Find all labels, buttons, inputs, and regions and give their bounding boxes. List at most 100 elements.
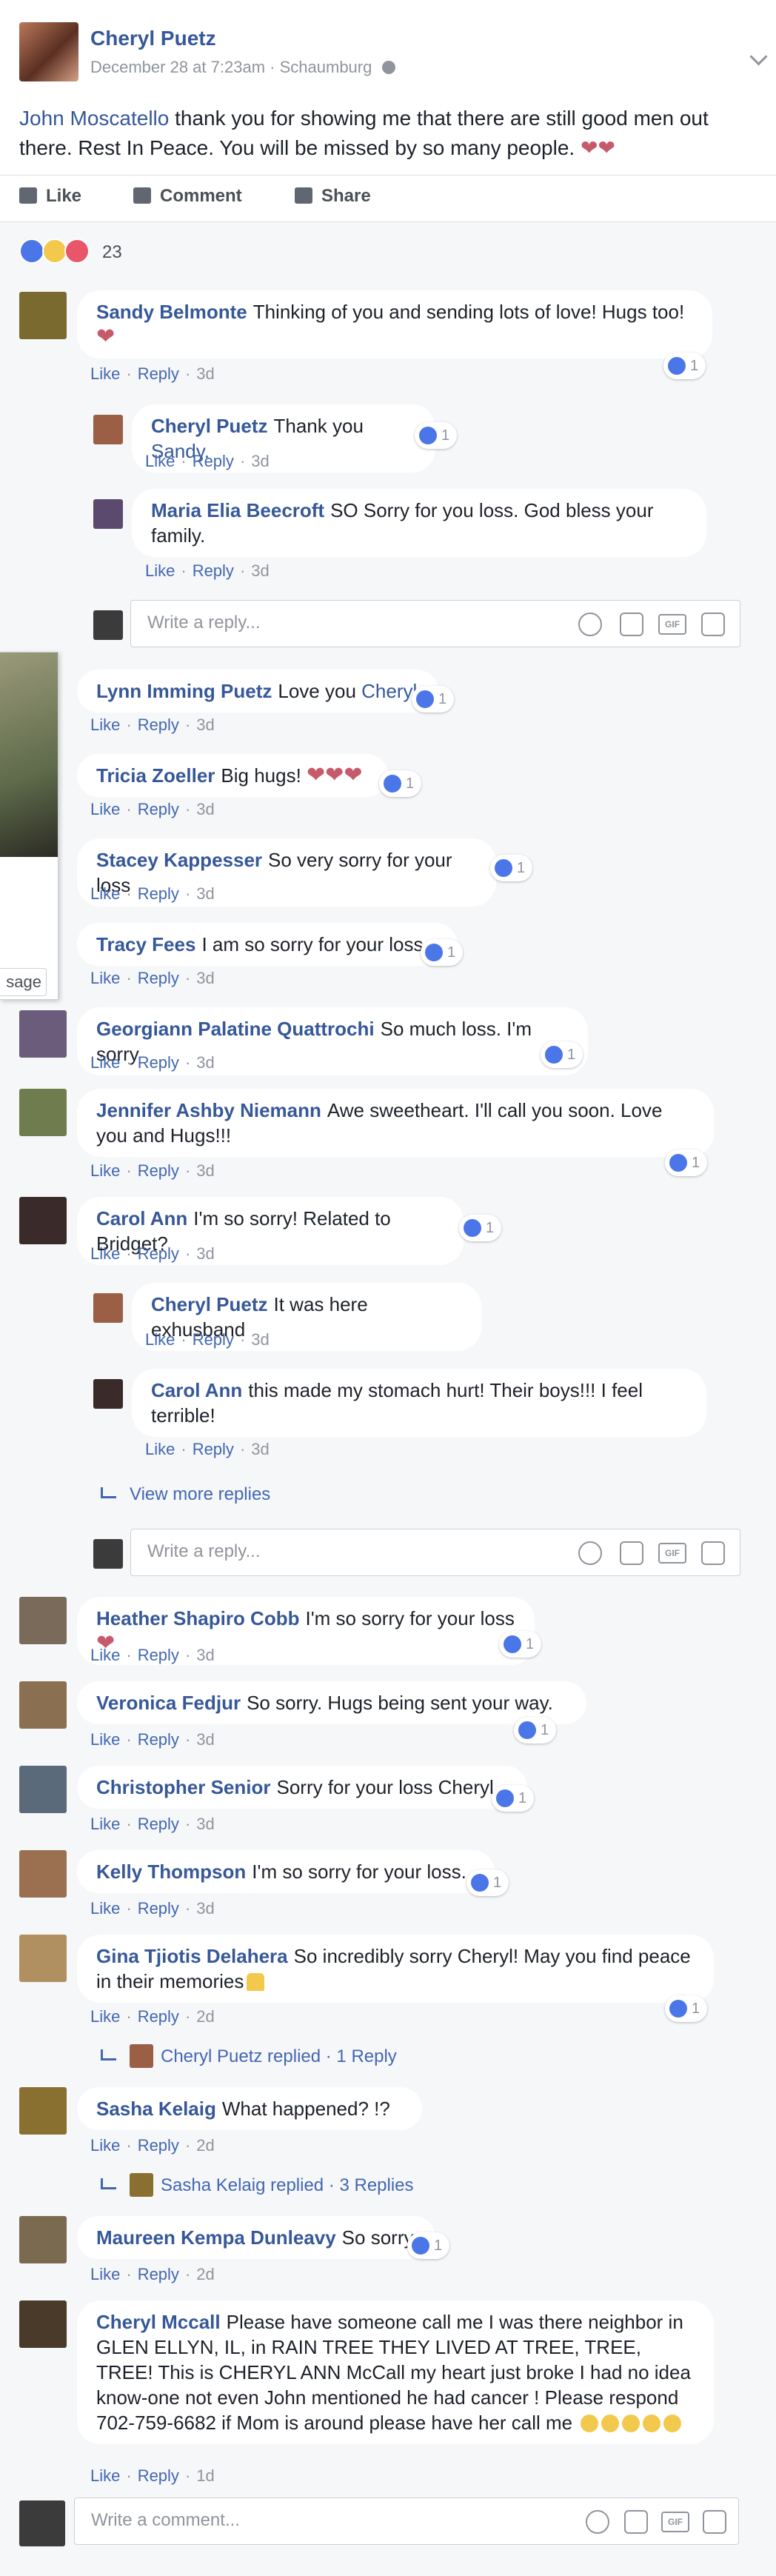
- emoji-icon[interactable]: [578, 1541, 602, 1565]
- sticker-icon[interactable]: [703, 2510, 726, 2534]
- comment-like-link[interactable]: Like: [90, 1899, 120, 1918]
- gif-icon[interactable]: GIF: [658, 1543, 686, 1564]
- comment-reply-link[interactable]: Reply: [193, 452, 234, 470]
- comment-reply-link[interactable]: Reply: [138, 884, 179, 903]
- sticker-icon[interactable]: [701, 613, 725, 636]
- comment-time[interactable]: 3d: [196, 1899, 214, 1918]
- comment-reply-link[interactable]: Reply: [138, 1730, 179, 1749]
- avatar[interactable]: [93, 1293, 123, 1323]
- commenter-name[interactable]: Georgiann Palatine Quattrochi: [96, 1018, 375, 1040]
- commenter-name[interactable]: Maureen Kempa Dunleavy: [96, 2226, 336, 2249]
- comment-like-link[interactable]: Like: [90, 884, 120, 903]
- commenter-name[interactable]: Cheryl Mccall: [96, 2311, 221, 2333]
- comment-reply-link[interactable]: Reply: [193, 561, 234, 580]
- commenter-name[interactable]: Sasha Kelaig: [96, 2098, 216, 2120]
- commenter-name[interactable]: Cheryl Puetz: [151, 415, 268, 437]
- comment-time[interactable]: 3d: [196, 884, 214, 903]
- replies-summary-link[interactable]: Cheryl Puetz replied · 1 Reply: [101, 2044, 397, 2068]
- mention-link[interactable]: John Moscatello: [19, 107, 169, 130]
- comment-reply-link[interactable]: Reply: [138, 1161, 179, 1180]
- like-count-badge[interactable]: 1: [490, 855, 533, 881]
- post-date[interactable]: December 28 at 7:23am: [90, 58, 265, 76]
- commenter-name[interactable]: Heather Shapiro Cobb: [96, 1607, 299, 1629]
- commenter-name[interactable]: Gina Tjiotis Delahera: [96, 1945, 288, 1967]
- comment-reply-link[interactable]: Reply: [138, 364, 179, 383]
- comment-like-link[interactable]: Like: [90, 1161, 120, 1180]
- avatar[interactable]: [19, 2300, 67, 2348]
- author-avatar[interactable]: [19, 22, 78, 81]
- comment-like-link[interactable]: Like: [90, 2265, 120, 2283]
- comment-like-link[interactable]: Like: [90, 715, 120, 734]
- avatar[interactable]: [93, 499, 123, 529]
- commenter-name[interactable]: Sandy Belmonte: [96, 301, 247, 323]
- replies-summary-link[interactable]: Sasha Kelaig replied · 3 Replies: [101, 2173, 414, 2197]
- comment-time[interactable]: 3d: [196, 1815, 214, 1833]
- commenter-name[interactable]: Veronica Fedjur: [96, 1692, 241, 1714]
- view-more-replies-link[interactable]: View more replies: [101, 1484, 270, 1505]
- comment-time[interactable]: 1d: [196, 2466, 214, 2485]
- reply-input[interactable]: Write a reply... GIF: [130, 600, 740, 647]
- post-author[interactable]: Cheryl Puetz: [90, 27, 216, 50]
- comment-like-link[interactable]: Like: [90, 2466, 120, 2485]
- like-count-badge[interactable]: 1: [459, 1215, 502, 1241]
- comment-time[interactable]: 2d: [196, 2265, 214, 2283]
- commenter-name[interactable]: Stacey Kappesser: [96, 849, 262, 871]
- comment-like-link[interactable]: Like: [90, 1815, 120, 1833]
- comment-like-link[interactable]: Like: [145, 452, 175, 470]
- comment-button[interactable]: Comment: [133, 186, 242, 207]
- commenter-name[interactable]: Tracy Fees: [96, 933, 195, 955]
- comment-time[interactable]: 3d: [196, 715, 214, 734]
- comment-like-link[interactable]: Like: [90, 364, 120, 383]
- comment-reply-link[interactable]: Reply: [138, 1815, 179, 1833]
- like-count-badge[interactable]: 1: [492, 1785, 535, 1812]
- like-count-badge[interactable]: 1: [415, 422, 458, 449]
- comment-time[interactable]: 3d: [196, 1730, 214, 1749]
- avatar[interactable]: [93, 1539, 123, 1569]
- like-count-badge[interactable]: 1: [379, 770, 422, 797]
- like-count-badge[interactable]: 1: [541, 1041, 583, 1068]
- avatar[interactable]: [93, 415, 123, 444]
- comment-reply-link[interactable]: Reply: [138, 1899, 179, 1918]
- like-count-badge[interactable]: 1: [412, 686, 455, 713]
- avatar[interactable]: [93, 1379, 123, 1409]
- share-button[interactable]: Share: [295, 186, 371, 207]
- message-button[interactable]: sage: [0, 968, 47, 996]
- comment-reply-link[interactable]: Reply: [138, 2136, 179, 2155]
- comment-time[interactable]: 3d: [196, 1161, 214, 1180]
- commenter-name[interactable]: Carol Ann: [151, 1379, 242, 1401]
- comment-time[interactable]: 3d: [196, 969, 214, 987]
- comment-time[interactable]: 3d: [196, 800, 214, 818]
- avatar[interactable]: [19, 1935, 67, 1982]
- avatar[interactable]: [19, 1850, 67, 1898]
- gif-icon[interactable]: GIF: [658, 614, 686, 635]
- emoji-icon[interactable]: [586, 2510, 609, 2534]
- camera-icon[interactable]: [620, 613, 643, 636]
- commenter-name[interactable]: Cheryl Puetz: [151, 1293, 268, 1315]
- avatar[interactable]: [19, 2087, 67, 2135]
- like-count-badge[interactable]: 1: [499, 1631, 542, 1658]
- avatar[interactable]: [93, 610, 123, 640]
- comment-like-link[interactable]: Like: [90, 969, 120, 987]
- comment-like-link[interactable]: Like: [145, 1440, 175, 1458]
- comment-like-link[interactable]: Like: [90, 1646, 120, 1664]
- comment-like-link[interactable]: Like: [90, 1730, 120, 1749]
- comment-time[interactable]: 3d: [196, 1053, 214, 1072]
- reply-input[interactable]: Write a reply... GIF: [130, 1529, 740, 1576]
- comment-like-link[interactable]: Like: [90, 2007, 120, 2026]
- camera-icon[interactable]: [620, 1541, 643, 1565]
- avatar[interactable]: [19, 1766, 67, 1813]
- comment-reply-link[interactable]: Reply: [138, 715, 179, 734]
- avatar[interactable]: [19, 1010, 67, 1058]
- avatar[interactable]: [19, 292, 67, 339]
- comment-input[interactable]: Write a comment... GIF: [74, 2497, 739, 2545]
- commenter-name[interactable]: Christopher Senior: [96, 1776, 270, 1798]
- avatar[interactable]: [19, 2500, 65, 2546]
- comment-reply-link[interactable]: Reply: [193, 1440, 234, 1458]
- gif-icon[interactable]: GIF: [661, 2512, 689, 2532]
- like-count-badge[interactable]: 1: [407, 2232, 450, 2259]
- comment-reply-link[interactable]: Reply: [138, 1244, 179, 1263]
- comment-time[interactable]: 2d: [196, 2007, 214, 2026]
- commenter-name[interactable]: Lynn Imming Puetz: [96, 680, 272, 702]
- comment-time[interactable]: 3d: [196, 1646, 214, 1664]
- comment-time[interactable]: 3d: [251, 1330, 269, 1349]
